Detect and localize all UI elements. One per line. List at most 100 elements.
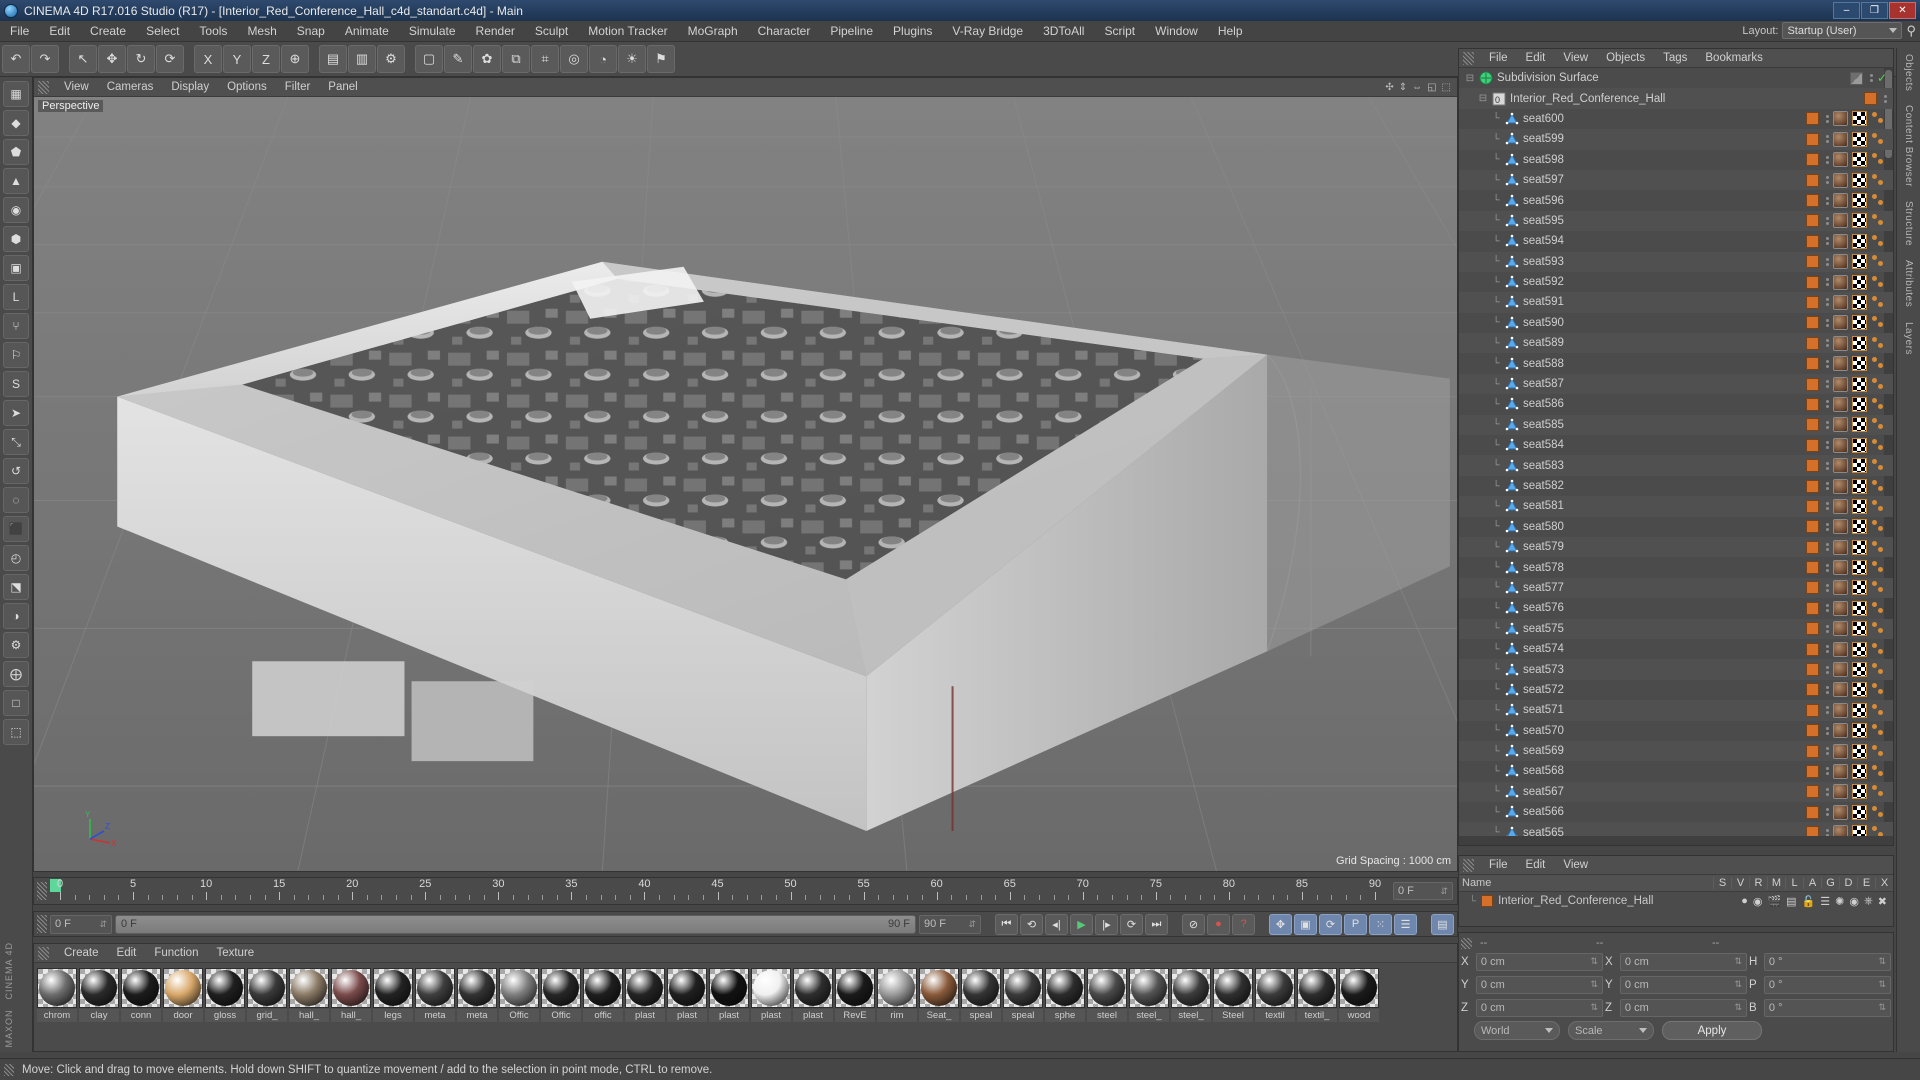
- spinner-icon[interactable]: ⇅: [1878, 1002, 1886, 1013]
- tree-expander-icon[interactable]: └: [1489, 664, 1503, 675]
- object-row-tags[interactable]: [1806, 333, 1887, 353]
- material-preview[interactable]: [1045, 968, 1085, 1008]
- tree-expander-icon[interactable]: └: [1489, 725, 1503, 736]
- tree-expander-icon[interactable]: └: [1489, 807, 1503, 818]
- material-preview[interactable]: [709, 968, 749, 1008]
- add-camera-button[interactable]: ⚑: [647, 45, 675, 73]
- step-forward-button[interactable]: |▸: [1095, 913, 1118, 935]
- tree-expander-icon[interactable]: └: [1489, 358, 1503, 369]
- uv-tag-icon[interactable]: [1852, 356, 1867, 372]
- uv-tag-icon[interactable]: [1852, 294, 1867, 310]
- coord-field-rotation-h[interactable]: 0 ° ⇅: [1763, 952, 1891, 971]
- render-view-button[interactable]: ▤: [319, 45, 347, 73]
- material-grid[interactable]: chrom clay conn door gloss grid_ hall_ hall_ leg…: [34, 963, 1457, 1027]
- tree-expander-icon[interactable]: └: [1489, 338, 1503, 349]
- uv-tag-icon[interactable]: [1852, 437, 1867, 453]
- object-row[interactable]: └ seat577: [1459, 577, 1893, 599]
- selection-tag-icon[interactable]: [1871, 499, 1887, 514]
- object-row-tags[interactable]: [1806, 190, 1887, 210]
- material-tag-icon[interactable]: [1833, 825, 1848, 836]
- material-preview[interactable]: [415, 968, 455, 1008]
- material-tag-icon[interactable]: [1833, 580, 1848, 596]
- go-to-end-button[interactable]: ⏭: [1145, 913, 1168, 935]
- material-tag-icon[interactable]: [1833, 723, 1848, 739]
- material-item[interactable]: Steel: [1213, 968, 1253, 1022]
- object-row[interactable]: └ seat586: [1459, 394, 1893, 414]
- viewport-menu-panel[interactable]: Panel: [319, 81, 366, 93]
- menu-item-select[interactable]: Select: [136, 21, 189, 42]
- material-item[interactable]: door: [163, 968, 203, 1022]
- record-active-objects-button[interactable]: ●: [1207, 913, 1230, 935]
- material-item[interactable]: steel_: [1171, 968, 1211, 1022]
- object-row[interactable]: └ seat598: [1459, 150, 1893, 170]
- object-row-tags[interactable]: [1806, 680, 1887, 700]
- object-row-tags[interactable]: [1806, 252, 1887, 272]
- tree-expander-icon[interactable]: └: [1489, 379, 1503, 390]
- menu-item-mograph[interactable]: MoGraph: [678, 21, 748, 42]
- material-tag-icon[interactable]: [1833, 498, 1848, 514]
- object-row-tags[interactable]: [1806, 517, 1887, 537]
- object-manager-menu-objects[interactable]: Objects: [1597, 52, 1654, 64]
- object-list-menu-file[interactable]: File: [1480, 859, 1517, 871]
- object-row[interactable]: └ seat594: [1459, 231, 1893, 251]
- viewport-menu-options[interactable]: Options: [218, 81, 276, 93]
- column-header-x[interactable]: X: [1875, 877, 1893, 889]
- selection-tag-icon[interactable]: [1871, 295, 1887, 310]
- material-item[interactable]: RevE: [835, 968, 875, 1022]
- column-header-e[interactable]: E: [1857, 877, 1875, 889]
- object-row[interactable]: └ seat572: [1459, 680, 1893, 700]
- selection-tag-icon[interactable]: [1871, 825, 1887, 836]
- object-list-menu-view[interactable]: View: [1554, 859, 1597, 871]
- selection-tag-icon[interactable]: [1871, 397, 1887, 412]
- timeline-ruler[interactable]: 0 5 10 15 20 25 30 35 40 45 50 55 60 65 70 75 80 85 90: [50, 878, 1389, 904]
- object-row[interactable]: └ seat581: [1459, 496, 1893, 517]
- material-item[interactable]: gloss: [205, 968, 245, 1022]
- material-item[interactable]: wood: [1339, 968, 1379, 1022]
- object-row[interactable]: └ seat574: [1459, 639, 1893, 659]
- add-spline-button[interactable]: ✎: [444, 45, 472, 73]
- material-preview[interactable]: [583, 968, 623, 1008]
- tool-move[interactable]: ➤: [3, 400, 29, 426]
- material-preview[interactable]: [625, 968, 665, 1008]
- selection-tag-icon[interactable]: [1871, 254, 1887, 269]
- material-menu-edit[interactable]: Edit: [108, 947, 146, 959]
- material-tag-icon[interactable]: [1833, 193, 1848, 209]
- tool-extrude[interactable]: ◑: [3, 603, 29, 629]
- keyframe-selection-button[interactable]: ☰: [1394, 913, 1417, 935]
- menu-item-pipeline[interactable]: Pipeline: [820, 21, 883, 42]
- material-tag-icon[interactable]: [1833, 641, 1848, 657]
- object-row[interactable]: └ seat579: [1459, 536, 1893, 558]
- object-row[interactable]: └ seat599: [1459, 129, 1893, 150]
- dock-tab-structure[interactable]: Structure: [1903, 201, 1914, 246]
- dock-tab-layers[interactable]: Layers: [1903, 322, 1914, 355]
- material-menu-function[interactable]: Function: [145, 947, 207, 959]
- material-item[interactable]: textil: [1255, 968, 1295, 1022]
- uv-tag-icon[interactable]: [1852, 274, 1867, 290]
- material-item[interactable]: Seat_: [919, 968, 959, 1022]
- coord-field-rotation-b[interactable]: 0 ° ⇅: [1763, 998, 1891, 1017]
- uv-tag-icon[interactable]: [1852, 131, 1867, 147]
- object-row-tags[interactable]: [1806, 741, 1887, 761]
- material-tag-icon[interactable]: [1833, 111, 1848, 127]
- material-tag-icon[interactable]: [1833, 763, 1848, 779]
- uv-tag-icon[interactable]: [1852, 804, 1867, 820]
- material-tag-icon[interactable]: [1833, 172, 1848, 188]
- tool-rectangle-select[interactable]: □: [3, 690, 29, 716]
- object-row[interactable]: └ seat578: [1459, 557, 1893, 577]
- selection-tag-icon[interactable]: [1871, 336, 1887, 351]
- record-question-button[interactable]: ?: [1232, 913, 1255, 935]
- uv-tag-icon[interactable]: [1852, 458, 1867, 474]
- material-item[interactable]: plast: [793, 968, 833, 1022]
- uv-tag-icon[interactable]: [1852, 723, 1867, 739]
- render-region-button[interactable]: ▥: [348, 45, 376, 73]
- selection-tag-icon[interactable]: [1871, 377, 1887, 392]
- tree-expander-icon[interactable]: └: [1489, 215, 1503, 226]
- material-tag-icon[interactable]: [1833, 315, 1848, 331]
- tree-expander-icon[interactable]: └: [1489, 440, 1503, 451]
- minimize-button[interactable]: –: [1833, 2, 1860, 19]
- tool-enable-snap[interactable]: ⚐: [3, 342, 29, 368]
- selection-tag-icon[interactable]: [1871, 540, 1887, 555]
- tool-rotate[interactable]: ↺: [3, 458, 29, 484]
- uv-tag-icon[interactable]: [1852, 254, 1867, 270]
- object-row[interactable]: └ seat592: [1459, 272, 1893, 292]
